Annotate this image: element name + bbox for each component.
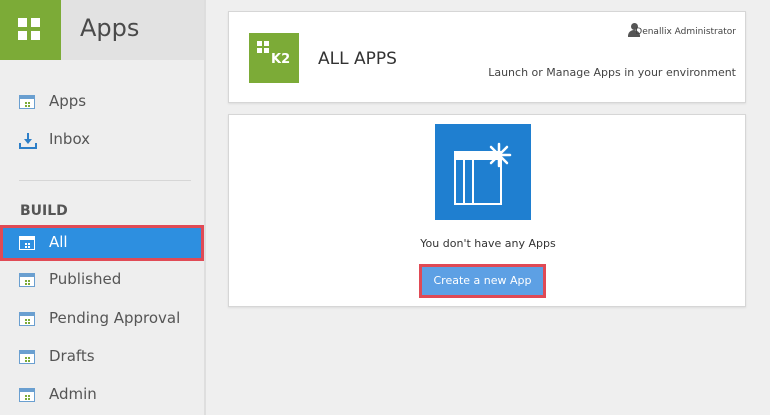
page-title: ALL APPS [318, 49, 397, 69]
sidebar: Apps Apps Inbox BUILD All Published Pend… [0, 0, 206, 415]
page-subtitle: Launch or Manage Apps in your environmen… [488, 66, 736, 79]
sidebar-item-label: Pending Approval [49, 309, 181, 327]
section-label-build: BUILD [20, 203, 68, 219]
sidebar-item-all[interactable]: All [0, 225, 204, 261]
apps-icon [19, 388, 35, 402]
sidebar-item-label: Inbox [49, 130, 91, 148]
sidebar-item-label: Published [49, 270, 122, 288]
sidebar-item-pending-approval[interactable]: Pending Approval [0, 301, 204, 337]
sidebar-item-published[interactable]: Published [0, 262, 204, 298]
sidebar-item-label: Admin [49, 385, 97, 403]
content-card: You don't have any Apps Create a new App [228, 114, 746, 307]
apps-icon [19, 273, 35, 287]
sidebar-item-label: Apps [49, 92, 87, 110]
sidebar-item-drafts[interactable]: Drafts [0, 339, 204, 375]
apps-icon [19, 236, 35, 250]
header-card: K2 ALL APPS Denallix Administrator Launc… [228, 11, 746, 103]
apps-icon [19, 95, 35, 109]
new-app-illustration-icon [435, 124, 531, 220]
apps-icon [19, 312, 35, 326]
apps-icon [19, 350, 35, 364]
sidebar-header: Apps [0, 0, 204, 60]
empty-state-message: You don't have any Apps [420, 237, 556, 250]
create-app-button[interactable]: Create a new App [419, 264, 546, 298]
k2-logo: K2 [249, 33, 299, 83]
sidebar-item-admin[interactable]: Admin [0, 377, 204, 413]
sidebar-item-label: All [49, 233, 68, 251]
sidebar-divider [19, 180, 191, 181]
inbox-icon [19, 133, 37, 149]
sidebar-item-inbox[interactable]: Inbox [0, 122, 204, 158]
user-name[interactable]: Denallix Administrator [635, 27, 736, 37]
k2-logo-text: K2 [271, 52, 291, 67]
sidebar-title: Apps [80, 14, 140, 42]
apps-grid-icon[interactable] [0, 0, 61, 60]
sidebar-item-label: Drafts [49, 347, 95, 365]
sidebar-item-apps[interactable]: Apps [0, 84, 204, 120]
